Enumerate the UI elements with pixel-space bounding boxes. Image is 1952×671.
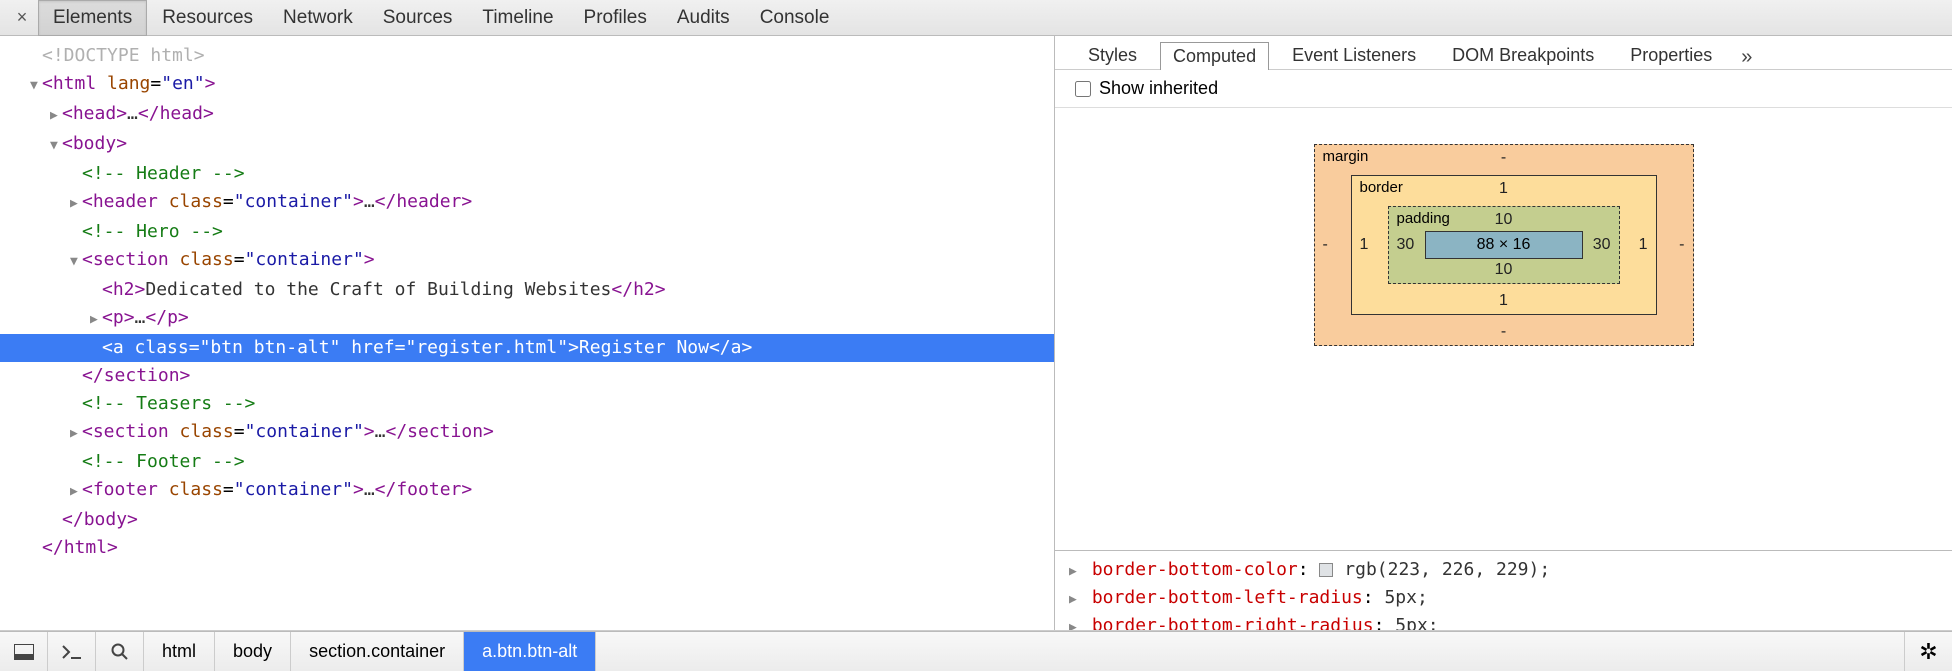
tab-resources[interactable]: Resources: [147, 0, 268, 36]
box-padding[interactable]: padding 10 10 30 30 88 × 16: [1388, 206, 1620, 284]
show-inherited-label: Show inherited: [1099, 78, 1218, 99]
main-split: <!DOCTYPE html>▼<html lang="en">▶<head>……: [0, 36, 1952, 631]
tab-network[interactable]: Network: [268, 0, 368, 36]
computed-prop[interactable]: ▶ border-bottom-right-radius: 5px;: [1069, 613, 1938, 630]
console-icon[interactable]: [48, 632, 96, 671]
dom-node[interactable]: ▼<html lang="en">: [0, 70, 1054, 100]
dom-node[interactable]: ▶<footer class="container">…</footer>: [0, 476, 1054, 506]
footer-bar: htmlbodysection.containera.btn.btn-alt ✲: [0, 631, 1952, 671]
show-inherited-row: Show inherited: [1055, 70, 1952, 108]
dom-node[interactable]: </html>: [0, 534, 1054, 562]
dom-node[interactable]: ▶<section class="container">…</section>: [0, 418, 1054, 448]
dom-node[interactable]: ▼<section class="container">: [0, 246, 1054, 276]
sidebar: Styles Computed Event Listeners DOM Breakpo…: [1055, 36, 1952, 630]
dom-node[interactable]: </body>: [0, 506, 1054, 534]
dock-icon[interactable]: [0, 632, 48, 671]
breadcrumb-item[interactable]: html: [144, 632, 215, 671]
devtools-toolbar: × ElementsResourcesNetworkSourcesTimelin…: [0, 0, 1952, 36]
dom-node[interactable]: <a class="btn btn-alt" href="register.ht…: [0, 334, 1054, 362]
box-border[interactable]: border 1 1 1 1 padding 10 10 30 30 88: [1351, 175, 1657, 315]
dom-node[interactable]: ▼<body>: [0, 130, 1054, 160]
more-icon[interactable]: »: [1741, 46, 1752, 69]
sidebar-tabs: Styles Computed Event Listeners DOM Breakpo…: [1055, 36, 1952, 70]
tab-timeline[interactable]: Timeline: [467, 0, 568, 36]
dom-node[interactable]: <!-- Hero -->: [0, 218, 1054, 246]
sidebar-tab-dom-breakpoints[interactable]: DOM Breakpoints: [1439, 41, 1607, 69]
close-icon[interactable]: ×: [6, 7, 38, 28]
tab-profiles[interactable]: Profiles: [569, 0, 662, 36]
box-content[interactable]: 88 × 16: [1425, 231, 1583, 259]
tab-elements[interactable]: Elements: [38, 0, 147, 36]
box-margin[interactable]: margin - - - - border 1 1 1 1 padding 10: [1314, 144, 1694, 346]
computed-properties[interactable]: ▶ border-bottom-color: rgb(223, 226, 229…: [1055, 550, 1952, 630]
sidebar-tab-computed[interactable]: Computed: [1160, 42, 1269, 70]
dom-node[interactable]: <!-- Footer -->: [0, 448, 1054, 476]
search-icon[interactable]: [96, 632, 144, 671]
breadcrumb-item[interactable]: a.btn.btn-alt: [464, 632, 596, 671]
sidebar-tab-event-listeners[interactable]: Event Listeners: [1279, 41, 1429, 69]
dom-node[interactable]: <!-- Teasers -->: [0, 390, 1054, 418]
dom-node[interactable]: <h2>Dedicated to the Craft of Building W…: [0, 276, 1054, 304]
elements-tree[interactable]: <!DOCTYPE html>▼<html lang="en">▶<head>……: [0, 36, 1055, 630]
dom-node[interactable]: ▶<header class="container">…</header>: [0, 188, 1054, 218]
sidebar-tab-properties[interactable]: Properties: [1617, 41, 1725, 69]
dom-node[interactable]: <!DOCTYPE html>: [0, 42, 1054, 70]
tab-sources[interactable]: Sources: [368, 0, 468, 36]
show-inherited-checkbox[interactable]: [1075, 81, 1091, 97]
dom-node[interactable]: ▶<head>…</head>: [0, 100, 1054, 130]
tab-audits[interactable]: Audits: [662, 0, 745, 36]
dom-node[interactable]: <!-- Header -->: [0, 160, 1054, 188]
box-model: margin - - - - border 1 1 1 1 padding 10: [1055, 108, 1952, 550]
breadcrumb-item[interactable]: section.container: [291, 632, 464, 671]
gear-icon[interactable]: ✲: [1904, 632, 1952, 671]
dom-node[interactable]: </section>: [0, 362, 1054, 390]
sidebar-tab-styles[interactable]: Styles: [1075, 41, 1150, 69]
computed-prop[interactable]: ▶ border-bottom-color: rgb(223, 226, 229…: [1069, 557, 1938, 585]
breadcrumb-item[interactable]: body: [215, 632, 291, 671]
dom-node[interactable]: ▶<p>…</p>: [0, 304, 1054, 334]
computed-prop[interactable]: ▶ border-bottom-left-radius: 5px;: [1069, 585, 1938, 613]
tab-console[interactable]: Console: [745, 0, 845, 36]
